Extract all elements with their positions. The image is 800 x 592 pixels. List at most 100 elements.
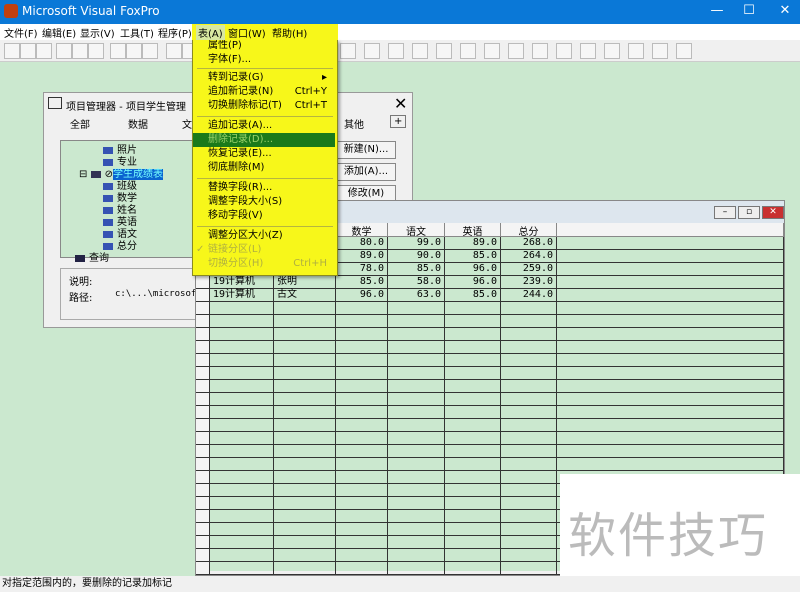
close-button[interactable]: ✕ [770,3,800,18]
add-button[interactable]: 添加(A)... [336,163,396,181]
grid-cell[interactable] [210,549,274,562]
grid-cell[interactable] [445,510,501,523]
grid-cell[interactable] [445,406,501,419]
toolbar-button[interactable] [460,43,476,59]
grid-cell[interactable]: 89.0 [336,250,388,263]
grid-cell[interactable] [336,393,388,406]
grid-cell[interactable] [557,341,784,354]
grid-cell[interactable] [210,302,274,315]
grid-cell[interactable] [388,393,445,406]
grid-cell[interactable] [388,497,445,510]
grid-cell[interactable]: 58.0 [388,276,445,289]
grid-cell[interactable] [557,328,784,341]
grid-cell[interactable] [388,445,445,458]
toolbar-button[interactable] [556,43,572,59]
grid-cell[interactable]: 90.0 [388,250,445,263]
grid-cell[interactable] [210,536,274,549]
grid-cell[interactable]: 268.0 [501,237,557,250]
toolbar-button[interactable] [340,43,356,59]
grid-cell[interactable] [274,549,336,562]
grid-cell[interactable] [210,328,274,341]
grid-cell[interactable] [557,354,784,367]
grid-cell[interactable] [336,367,388,380]
grid-cell[interactable]: 89.0 [445,237,501,250]
grid-cell[interactable] [210,354,274,367]
grid-cell[interactable] [388,523,445,536]
grid-cell[interactable] [501,497,557,510]
grid-cell[interactable] [388,458,445,471]
grid-cell[interactable] [501,549,557,562]
menu-item[interactable]: 转到记录(G) ▸ [193,71,335,85]
grid-cell[interactable] [445,562,501,575]
grid-cell[interactable] [501,380,557,393]
grid-cell[interactable]: 239.0 [501,276,557,289]
grid-cell[interactable] [274,484,336,497]
grid-cell[interactable] [336,510,388,523]
tab-all[interactable]: 全部 [70,116,90,131]
toolbar-button[interactable] [652,43,668,59]
toolbar-button[interactable] [412,43,428,59]
grid-cell[interactable]: 96.0 [336,289,388,302]
grid-cell[interactable] [336,471,388,484]
menu-file[interactable]: 文件(F) [4,25,38,40]
toolbar-button[interactable] [142,43,158,59]
tab-expand[interactable]: + [390,115,407,128]
toolbar-button[interactable] [56,43,72,59]
grid-cell[interactable] [210,380,274,393]
grid-cell[interactable] [445,471,501,484]
menu-item[interactable]: 切换删除标记(T) Ctrl+T [193,99,335,113]
grid-cell[interactable] [274,393,336,406]
menu-item[interactable]: 移动字段(V) [193,209,335,223]
grid-cell[interactable] [501,354,557,367]
grid-cell[interactable] [388,510,445,523]
grid-cell[interactable] [274,380,336,393]
grid-cell[interactable] [274,523,336,536]
grid-cell[interactable] [557,302,784,315]
grid-cell[interactable] [445,484,501,497]
grid-cell[interactable] [501,315,557,328]
menu-item[interactable]: 属性(P) [193,39,335,53]
grid-cell[interactable] [501,328,557,341]
grid-cell[interactable] [388,341,445,354]
toolbar-button[interactable] [36,43,52,59]
grid-cell[interactable] [557,393,784,406]
grid-cell[interactable] [557,458,784,471]
grid-cell[interactable] [557,315,784,328]
grid-cell[interactable] [210,458,274,471]
grid-cell[interactable] [210,406,274,419]
grid-cell[interactable] [445,328,501,341]
grid-cell[interactable] [501,367,557,380]
menu-item[interactable]: 替换字段(R)... [193,181,335,195]
grid-cell[interactable] [445,302,501,315]
grid-cell[interactable] [557,445,784,458]
grid-cell[interactable] [210,510,274,523]
grid-cell[interactable]: 80.0 [336,237,388,250]
grid-cell[interactable] [274,562,336,575]
grid-cell[interactable] [445,380,501,393]
grid-cell[interactable]: 264.0 [501,250,557,263]
grid-cell[interactable] [336,523,388,536]
grid-cell[interactable] [274,302,336,315]
grid-cell[interactable] [274,536,336,549]
grid-cell[interactable] [388,354,445,367]
toolbar-button[interactable] [436,43,452,59]
grid-cell[interactable]: 古文 [274,289,336,302]
grid-cell[interactable] [445,497,501,510]
grid-cell[interactable] [557,419,784,432]
grid-cell[interactable]: 63.0 [388,289,445,302]
grid-cell[interactable] [210,419,274,432]
toolbar-button[interactable] [388,43,404,59]
grid-cell[interactable] [336,341,388,354]
grid-cell[interactable]: 85.0 [445,250,501,263]
grid-cell[interactable] [388,549,445,562]
grid-cell[interactable] [210,497,274,510]
grid-cell[interactable] [445,549,501,562]
grid-cell[interactable]: 85.0 [336,276,388,289]
grid-cell[interactable] [388,367,445,380]
grid-cell[interactable] [274,315,336,328]
grid-cell[interactable]: 85.0 [445,289,501,302]
maximize-button[interactable]: ☐ [734,3,764,18]
grid-cell[interactable] [210,445,274,458]
grid-cell[interactable] [501,302,557,315]
tab-other[interactable]: 其他 [344,116,364,131]
